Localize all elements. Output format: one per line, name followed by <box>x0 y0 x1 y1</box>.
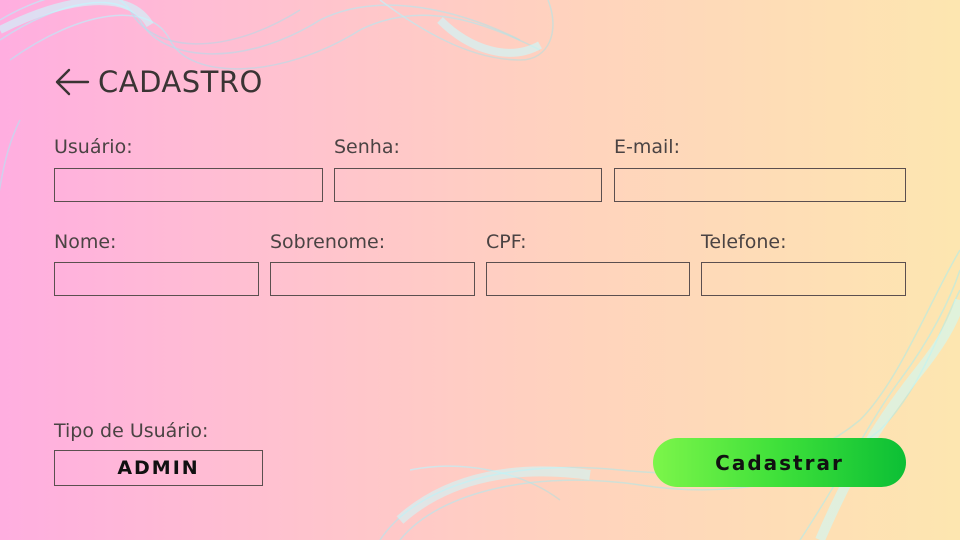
password-field[interactable] <box>334 168 602 202</box>
password-label: Senha: <box>334 136 400 158</box>
last-name-label: Sobrenome: <box>270 231 386 253</box>
username-field[interactable] <box>54 168 323 202</box>
cpf-label: CPF: <box>486 231 527 253</box>
last-name-field[interactable] <box>270 262 475 296</box>
back-button[interactable] <box>54 64 92 100</box>
register-button[interactable]: Cadastrar <box>653 438 906 487</box>
phone-label: Telefone: <box>701 231 787 253</box>
arrow-left-icon <box>55 68 90 96</box>
user-type-label: Tipo de Usuário: <box>54 420 209 442</box>
user-type-select[interactable]: ADMIN <box>54 450 263 486</box>
cpf-field[interactable] <box>486 262 690 296</box>
first-name-field[interactable] <box>54 262 259 296</box>
username-label: Usuário: <box>54 136 133 158</box>
first-name-label: Nome: <box>54 231 117 253</box>
phone-field[interactable] <box>701 262 906 296</box>
email-field[interactable] <box>614 168 906 202</box>
page-title: CADASTRO <box>98 65 263 99</box>
page-header: CADASTRO <box>54 64 263 100</box>
email-label: E-mail: <box>614 136 680 158</box>
